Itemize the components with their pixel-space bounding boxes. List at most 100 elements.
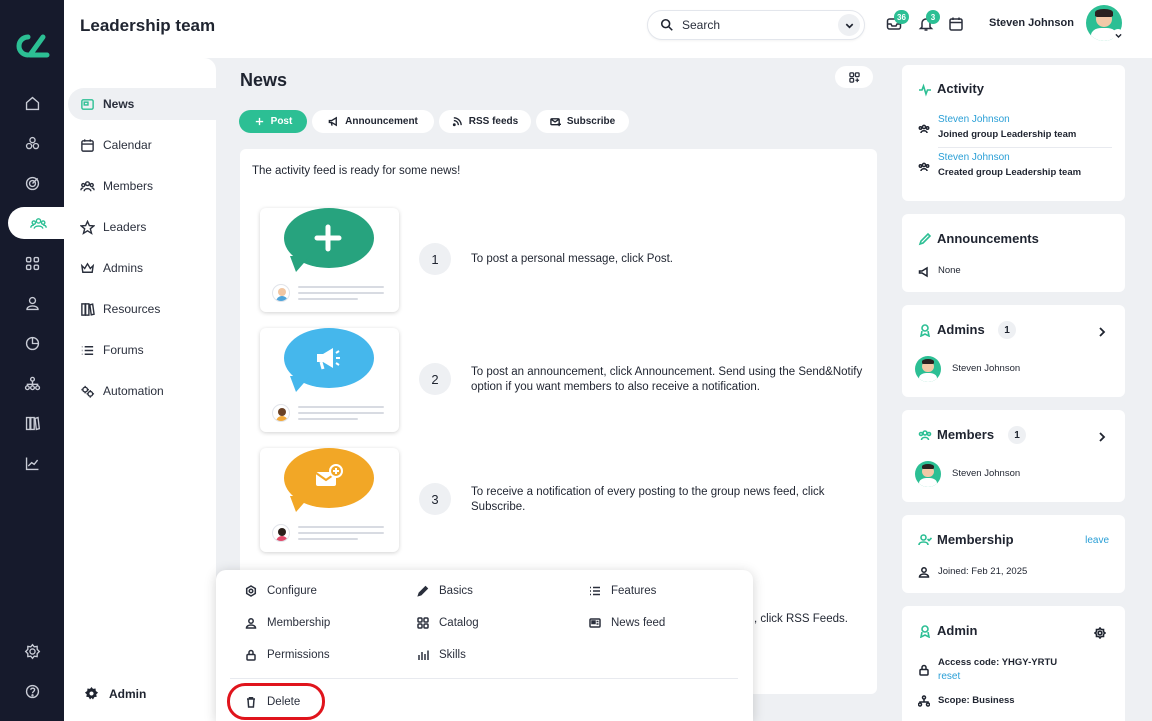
- search-input[interactable]: Search: [647, 10, 865, 40]
- activity-user-link[interactable]: Steven Johnson: [938, 152, 1010, 163]
- menu-item-membership[interactable]: Membership: [245, 614, 330, 632]
- subnav-item-automation[interactable]: Automation: [68, 375, 216, 407]
- mail-add-icon: [308, 462, 348, 494]
- subnav-item-forums[interactable]: Forums: [68, 334, 216, 366]
- subscribe-button[interactable]: Subscribe: [536, 110, 629, 133]
- pencil-icon: [918, 232, 932, 246]
- subnav-admin-link[interactable]: Admin: [84, 686, 146, 701]
- lock-icon: [246, 649, 256, 661]
- pulse-icon: [918, 83, 932, 97]
- menu-item-configure[interactable]: Configure: [245, 582, 317, 600]
- menu-item-catalog[interactable]: Catalog: [417, 614, 479, 632]
- plus-icon: [308, 222, 348, 254]
- chart-pie-icon[interactable]: [0, 327, 64, 359]
- messages-button[interactable]: 36: [886, 10, 909, 32]
- subnav-item-calendar[interactable]: Calendar: [68, 129, 216, 161]
- subnav-item-leaders[interactable]: Leaders: [68, 211, 216, 243]
- member-name[interactable]: Steven Johnson: [952, 468, 1020, 479]
- mail-add-icon: [550, 118, 561, 127]
- step-text: To post an announcement, click Announcem…: [471, 366, 863, 393]
- star-icon: [80, 219, 95, 235]
- menu-item-basics[interactable]: Basics: [417, 582, 473, 600]
- megaphone-icon: [328, 116, 338, 127]
- members-count: 1: [1008, 426, 1026, 444]
- leave-group-link[interactable]: leave: [1085, 535, 1109, 546]
- reset-access-code-link[interactable]: reset: [938, 671, 960, 682]
- apps-icon[interactable]: [0, 127, 64, 159]
- subnav-item-members[interactable]: Members: [68, 170, 216, 202]
- top-bar: [64, 0, 1152, 58]
- search-placeholder: Search: [682, 18, 721, 32]
- subnav-item-admins[interactable]: Admins: [68, 252, 216, 284]
- news-icon: [81, 98, 94, 110]
- megaphone-icon: [308, 342, 348, 374]
- messages-badge: 36: [894, 10, 909, 24]
- admin-settings-icon[interactable]: [1093, 626, 1107, 640]
- menu-item-news-feed[interactable]: News feed: [589, 614, 665, 632]
- library-icon[interactable]: [0, 407, 64, 439]
- chevron-right-icon[interactable]: [1096, 430, 1108, 442]
- help-icon[interactable]: [0, 675, 64, 707]
- announcements-value: None: [938, 265, 961, 276]
- activity-user-link[interactable]: Steven Johnson: [938, 114, 1010, 125]
- crown-icon: [80, 261, 95, 273]
- settings-icon[interactable]: [0, 635, 64, 667]
- bar-chart-icon: [418, 650, 429, 660]
- cog-icon: [245, 585, 257, 597]
- target-icon[interactable]: [0, 167, 64, 199]
- layout-toggle-button[interactable]: [835, 66, 873, 88]
- person-icon: [245, 618, 257, 629]
- grid-icon[interactable]: [0, 247, 64, 279]
- menu-item-permissions[interactable]: Permissions: [245, 646, 330, 664]
- groups-icon[interactable]: [8, 207, 68, 239]
- avatar: [272, 524, 290, 542]
- gear-icon: [84, 686, 99, 700]
- activity-action: Created group Leadership team: [938, 167, 1082, 178]
- announcement-button[interactable]: Announcement: [312, 110, 434, 133]
- group-icon: [918, 122, 930, 134]
- person-icon[interactable]: [0, 287, 64, 319]
- panel-title: Admin: [937, 623, 978, 638]
- activity-panel: Activity Steven Johnson Joined group Lea…: [902, 65, 1125, 201]
- calendar-icon: [81, 138, 94, 152]
- calendar-button[interactable]: [948, 16, 964, 32]
- user-menu-chevron-icon[interactable]: [1112, 29, 1124, 41]
- avatar: [915, 356, 941, 382]
- app-logo-icon[interactable]: [12, 32, 52, 60]
- calendar-icon: [949, 17, 963, 31]
- trend-icon[interactable]: [0, 447, 64, 479]
- chevron-down-icon: [845, 23, 853, 29]
- books-icon: [81, 302, 95, 316]
- avatar: [272, 284, 290, 302]
- subscribe-illustration: [260, 448, 399, 552]
- current-user-name[interactable]: Steven Johnson: [989, 17, 1074, 29]
- announcement-illustration: [260, 328, 399, 432]
- subnav-item-resources[interactable]: Resources: [68, 293, 216, 325]
- chevron-right-icon[interactable]: [1096, 325, 1108, 337]
- step-text-partial: , click RSS Feeds.: [754, 613, 848, 625]
- org-chart-icon[interactable]: [0, 367, 64, 399]
- admins-panel[interactable]: Admins 1 Steven Johnson: [902, 305, 1125, 397]
- rss-feeds-button[interactable]: RSS feeds: [439, 110, 531, 133]
- admin-name[interactable]: Steven Johnson: [952, 363, 1020, 374]
- delete-highlight-annotation: [227, 683, 325, 720]
- org-chart-icon: [917, 694, 931, 707]
- notifications-button[interactable]: 3: [918, 10, 940, 32]
- lock-icon: [918, 663, 930, 676]
- menu-item-features[interactable]: Features: [589, 582, 656, 600]
- home-icon[interactable]: [0, 87, 64, 119]
- notifications-badge: 3: [926, 10, 940, 24]
- panel-title: Announcements: [937, 231, 1039, 246]
- search-scope-dropdown[interactable]: [838, 14, 860, 36]
- panel-title: Activity: [937, 81, 984, 96]
- members-icon: [80, 180, 95, 191]
- menu-item-skills[interactable]: Skills: [417, 646, 466, 664]
- person-icon: [918, 565, 930, 578]
- rss-icon: [452, 117, 462, 127]
- members-panel[interactable]: Members 1 Steven Johnson: [902, 410, 1125, 502]
- post-button[interactable]: Post: [239, 110, 307, 133]
- search-icon: [660, 18, 673, 31]
- membership-panel: Membership leave Joined: Feb 21, 2025: [902, 515, 1125, 593]
- subnav-item-news[interactable]: News: [68, 88, 216, 120]
- user-check-icon: [918, 533, 933, 547]
